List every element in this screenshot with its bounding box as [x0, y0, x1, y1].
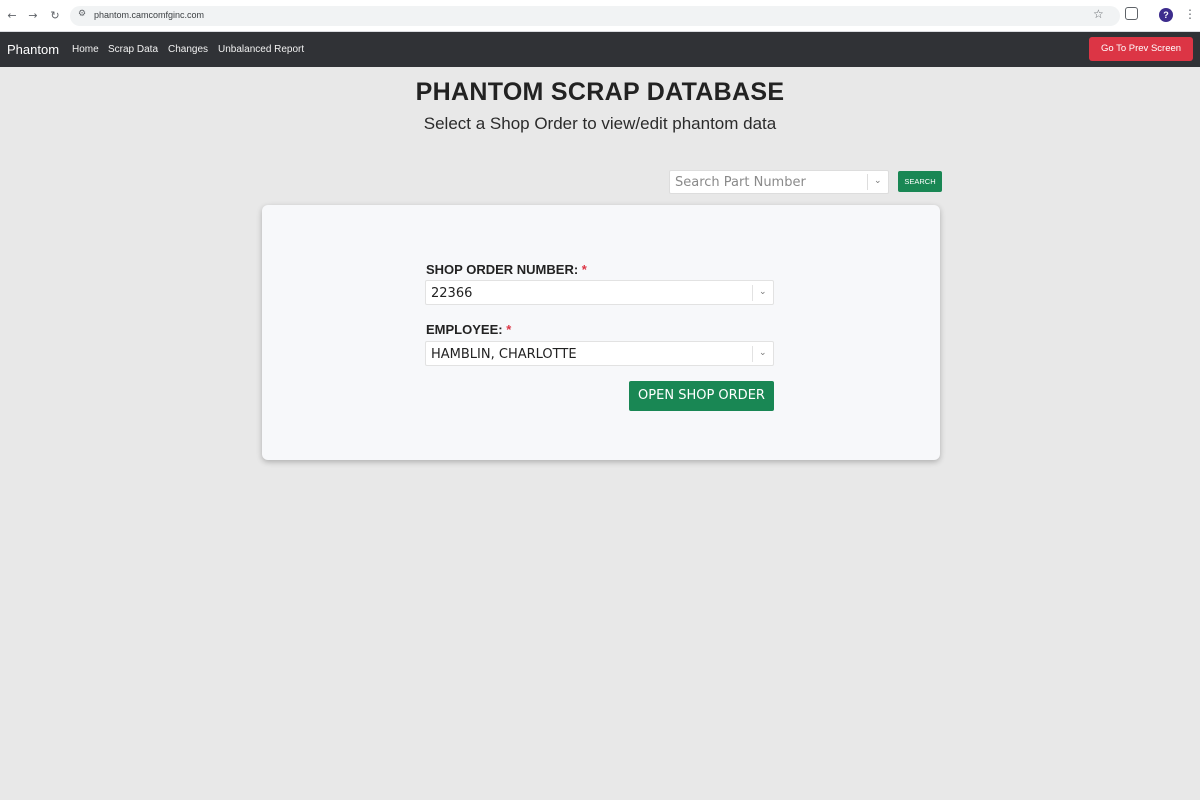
browser-menu-icon[interactable]: ⋮ [1184, 7, 1196, 21]
employee-select[interactable]: HAMBLIN, CHARLOTTE ⌄ [425, 341, 774, 366]
address-bar[interactable]: ⚙ phantom.camcomfginc.com [70, 6, 1120, 26]
chevron-down-icon[interactable]: ⌄ [874, 176, 882, 186]
page-title: PHANTOM SCRAP DATABASE [415, 78, 785, 106]
reload-icon[interactable]: ↻ [48, 9, 62, 23]
open-shop-order-button[interactable]: OPEN SHOP ORDER [629, 381, 774, 411]
employee-label-text: EMPLOYEE: [426, 322, 503, 337]
brand-logo-text[interactable]: Phantom [7, 42, 59, 57]
chevron-down-icon[interactable]: ⌄ [759, 287, 767, 297]
go-to-prev-screen-button[interactable]: Go To Prev Screen [1089, 37, 1193, 61]
page-subtitle: Select a Shop Order to view/edit phantom… [423, 114, 777, 133]
shop-order-card: SHOP ORDER NUMBER: * 22366 ⌄ EMPLOYEE: *… [262, 205, 940, 460]
nav-link-home[interactable]: Home [72, 44, 99, 55]
extensions-icon[interactable] [1125, 7, 1138, 20]
shop-order-label: SHOP ORDER NUMBER: * [426, 262, 587, 277]
shop-order-value: 22366 [431, 286, 473, 301]
shop-order-label-text: SHOP ORDER NUMBER: [426, 262, 579, 277]
divider [867, 174, 868, 190]
employee-label: EMPLOYEE: * [426, 322, 511, 337]
url-text[interactable]: phantom.camcomfginc.com [94, 10, 204, 20]
browser-toolbar: ← → ↻ ⚙ phantom.camcomfginc.com ☆ ? ⋮ [0, 0, 1200, 32]
profile-avatar[interactable]: ? [1159, 8, 1173, 22]
bookmark-star-icon[interactable]: ☆ [1093, 7, 1104, 21]
search-button[interactable]: SEARCH [898, 171, 942, 192]
required-mark: * [506, 322, 512, 337]
nav-link-unbalanced-report[interactable]: Unbalanced Report [218, 44, 304, 55]
nav-link-scrap-data[interactable]: Scrap Data [108, 44, 158, 55]
shop-order-select[interactable]: 22366 ⌄ [425, 280, 774, 305]
app-navbar: Phantom Home Scrap Data Changes Unbalanc… [0, 32, 1200, 67]
part-number-search[interactable]: ⌄ [669, 170, 889, 194]
divider [752, 285, 753, 301]
site-settings-icon[interactable]: ⚙ [78, 9, 86, 19]
employee-value: HAMBLIN, CHARLOTTE [431, 347, 577, 362]
divider [752, 346, 753, 362]
search-input[interactable] [670, 171, 866, 193]
forward-icon[interactable]: → [26, 9, 40, 23]
required-mark: * [581, 262, 587, 277]
back-icon[interactable]: ← [5, 9, 19, 23]
chevron-down-icon[interactable]: ⌄ [759, 348, 767, 358]
nav-link-changes[interactable]: Changes [168, 44, 208, 55]
